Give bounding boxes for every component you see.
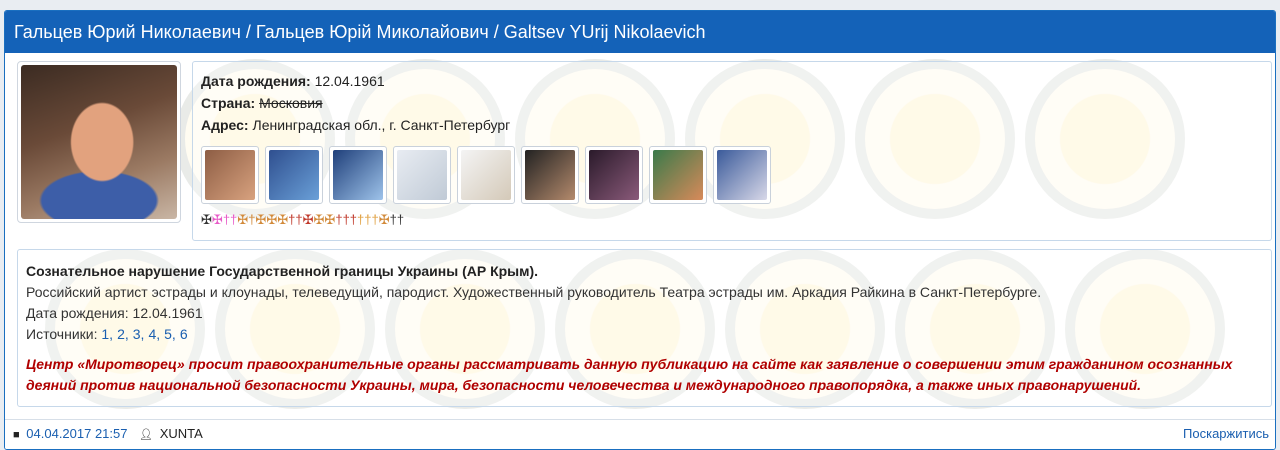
sources-row: Источники: 1, 2, 3, 4, 5, 6 [26,324,1263,345]
cross-icon[interactable]: † [390,212,397,227]
cross-icon[interactable]: ✠ [303,212,314,227]
cross-icon[interactable]: ✠ [266,212,277,227]
cross-icon[interactable]: † [350,212,357,227]
birth-date-label: Дата рождения: [201,73,311,89]
photo-thumb-6[interactable] [521,146,579,204]
photo-thumb-2[interactable] [265,146,323,204]
source-link[interactable]: 4, [148,326,160,342]
profile-photo[interactable] [17,61,181,223]
source-link[interactable]: 5, [164,326,176,342]
warning-text: Центр «Миротворец» просит правоохранител… [26,356,1233,393]
thumbnail-image [461,150,511,200]
cross-icon[interactable]: ✠ [212,212,223,227]
cross-icon[interactable]: † [364,212,371,227]
user-icon: 👤︎ [139,429,154,441]
thumbnail-image [333,150,383,200]
cross-icons-row: ✠✠††✠†✠✠✠††✠✠✠††††††✠†† [201,212,404,228]
profile-info-box: Дата рождения: 12.04.1961 Страна: Москов… [192,61,1272,241]
address-row: Адрес: Ленинградская обл., г. Санкт-Пете… [201,114,1263,136]
cross-icon[interactable]: ✠ [277,212,288,227]
source-link[interactable]: 2, [117,326,129,342]
cross-icon[interactable]: † [372,212,379,227]
cross-icon[interactable]: † [223,212,230,227]
thumbnail-image [397,150,447,200]
country-value: Московия [259,95,323,111]
thumbnail-image [525,150,575,200]
cross-icon[interactable]: ✠ [237,212,248,227]
cross-icon[interactable]: ✠ [255,212,266,227]
birth-date-value: 12.04.1961 [314,73,385,89]
photo-thumb-8[interactable] [649,146,707,204]
cross-icon[interactable]: ✠ [379,212,390,227]
cross-icon[interactable]: ✠ [201,212,212,227]
cross-icon[interactable]: † [335,212,342,227]
author-name: XUNTA [159,426,203,441]
thumbnail-image [205,150,255,200]
source-link[interactable]: 1, [101,326,113,342]
source-link[interactable]: 3, [133,326,145,342]
thumbnail-image [589,150,639,200]
thumbnail-image [269,150,319,200]
cross-icon[interactable]: ✠ [314,212,325,227]
doc-thumb-5[interactable] [457,146,515,204]
calendar-icon: ■ [13,429,20,441]
photo-thumb-7[interactable] [585,146,643,204]
profile-name-header: Гальцев Юрий Николаевич / Гальцев Юрій М… [5,11,1275,53]
country-row: Страна: Московия [201,92,1263,114]
source-link[interactable]: 6 [180,326,188,342]
card-footer: ■ 04.04.2017 21:57 👤︎ XUNTA Поскаржитись [5,419,1275,449]
description-box: Сознательное нарушение Государственной г… [17,249,1272,407]
cross-icon[interactable]: † [397,212,404,227]
birth-date-row: Дата рождения: 12.04.1961 [201,70,1263,92]
cross-icon[interactable]: ✠ [324,212,335,227]
sources-links: 1, 2, 3, 4, 5, 6 [101,326,191,342]
profile-card: Гальцев Юрий Николаевич / Гальцев Юрій М… [4,10,1276,450]
violation-title: Сознательное нарушение Государственной г… [26,263,539,279]
address-label: Адрес: [201,117,249,133]
thumbnail-image [717,150,767,200]
bio-text: Российский артист эстрады и клоунады, те… [26,284,1042,300]
photo-thumb-1[interactable] [201,146,259,204]
description-birth-date: Дата рождения: 12.04.1961 [26,305,203,321]
photo-thumb-3[interactable] [329,146,387,204]
author: 👤︎ XUNTA [139,426,203,441]
thumbnail-image [653,150,703,200]
country-label: Страна: [201,95,256,111]
sources-label: Источники: [26,326,98,342]
address-value: Ленинградская обл., г. Санкт-Петербург [252,117,511,133]
complain-link[interactable]: Поскаржитись [1183,420,1269,448]
publish-date[interactable]: 04.04.2017 21:57 [26,426,127,441]
doc-thumb-4[interactable] [393,146,451,204]
profile-photo-image [21,65,177,219]
photo-thumb-9[interactable] [713,146,771,204]
cross-icon[interactable]: † [343,212,350,227]
cross-icon[interactable]: † [295,212,302,227]
photo-gallery [201,146,771,204]
